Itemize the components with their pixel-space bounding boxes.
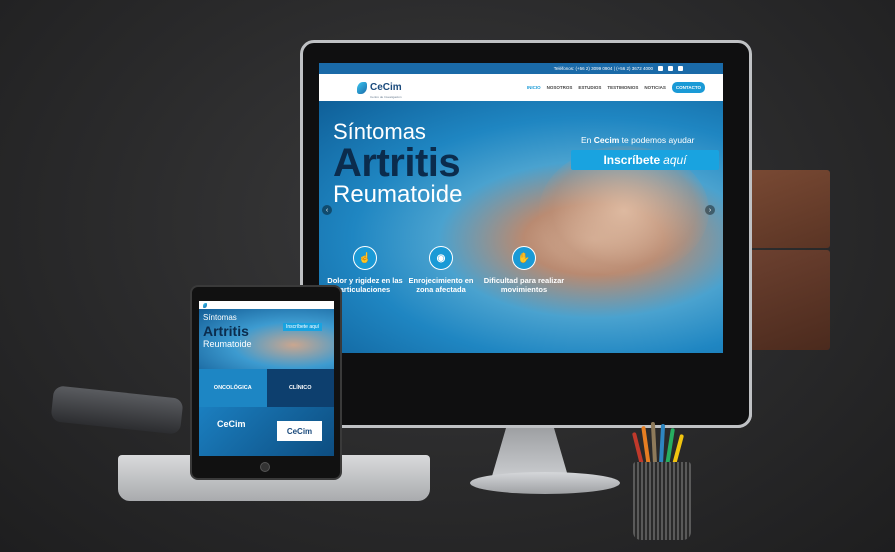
site-logo[interactable]: CeCim Centro de Investigación: [357, 77, 402, 99]
tablet-hero-sintomas: Síntomas: [203, 313, 237, 322]
tablet-logo-icon: [203, 302, 207, 308]
nav-item-testimonios[interactable]: TESTIMONIOS: [607, 85, 638, 90]
help-prefix: En: [581, 135, 592, 145]
nav-item-inicio[interactable]: INICIO: [527, 85, 541, 90]
nav-item-noticias[interactable]: NOTICIAS: [644, 85, 666, 90]
feature-enrojecimiento-text: Enrojecimiento en zona afectada: [408, 276, 474, 294]
pencil-brown: [650, 421, 658, 467]
phone-numbers: Teléfonos: (+56 2) 3099 0904 | (+56 2) 3…: [553, 66, 653, 71]
tablet-card-clinico[interactable]: CLÍNICO: [266, 369, 334, 407]
tablet-hero-reumatoide: Reumatoide: [203, 339, 252, 349]
slider-next-arrow[interactable]: ›: [705, 205, 715, 215]
site-topbar: Teléfonos: (+56 2) 3099 0904 | (+56 2) 3…: [319, 63, 723, 74]
tablet-cards: ONCOLÓGICA CLÍNICO: [199, 369, 334, 407]
feature-enrojecimiento: ◉ Enrojecimiento en zona afectada: [403, 246, 479, 294]
product-mockup-scene: Teléfonos: (+56 2) 3099 0904 | (+56 2) 3…: [0, 0, 895, 552]
monitor-stand-base: [470, 472, 620, 494]
site-navbar: CeCim Centro de Investigación INICIO NOS…: [319, 74, 723, 101]
facebook-icon[interactable]: [658, 66, 663, 71]
tablet-footer-card: CeCim: [277, 421, 322, 441]
nav-links: INICIO NOSOTROS ESTUDIOS TESTIMONIOS NOT…: [527, 82, 705, 93]
symptom-features: ☝ Dolor y rigidez en las articulaciones …: [319, 246, 723, 326]
feature-dificultad: ✋ Dificultad para realizar movimientos: [479, 246, 569, 294]
tablet-screen: Síntomas Artritis Reumatoide Inscríbete …: [199, 301, 334, 456]
tablet-footer-logo: CeCim: [217, 419, 246, 429]
finger-icon: ☝: [353, 246, 377, 270]
nav-item-estudios[interactable]: ESTUDIOS: [578, 85, 601, 90]
inscribete-label: Inscríbete: [603, 153, 661, 167]
inflammation-icon: ◉: [429, 246, 453, 270]
hero-title-artritis: Artritis: [333, 141, 461, 185]
monitor-screen: Teléfonos: (+56 2) 3099 0904 | (+56 2) 3…: [319, 63, 723, 353]
help-brand: Cecim: [593, 135, 620, 145]
feature-dificultad-text: Dificultad para realizar movimientos: [483, 276, 565, 294]
tablet-navbar: [199, 301, 334, 309]
hero-banner: Síntomas Artritis Reumatoide En Cecim te…: [319, 101, 723, 353]
logo-tagline: Centro de Investigación: [370, 94, 402, 99]
instagram-icon[interactable]: [668, 66, 673, 71]
help-suffix: te podemos ayudar: [621, 135, 695, 145]
youtube-icon[interactable]: [678, 66, 683, 71]
pencil-blue: [658, 423, 666, 467]
hero-title-reumatoide: Reumatoide: [333, 181, 463, 208]
logo-name: CeCim: [370, 81, 402, 93]
tablet-footer: CeCim CeCim: [199, 407, 334, 456]
cecim-logo-icon: [357, 81, 367, 94]
slider-prev-arrow[interactable]: ‹: [322, 205, 332, 215]
tablet-home-button[interactable]: [260, 462, 270, 472]
tablet-card-oncologica[interactable]: ONCOLÓGICA: [199, 369, 267, 407]
tablet-hero: Síntomas Artritis Reumatoide Inscríbete …: [199, 309, 334, 369]
colored-pencils: [630, 420, 694, 467]
smartphone: [50, 385, 184, 435]
hero-help-text: En Cecim te podemos ayudar: [581, 135, 694, 145]
contact-button[interactable]: CONTACTO: [671, 82, 705, 93]
hand-wave-icon: ✋: [512, 246, 536, 270]
inscribete-button[interactable]: Inscríbete aquí: [571, 150, 719, 170]
aqui-label: aquí: [663, 153, 687, 167]
pencil-cup: [633, 462, 691, 540]
tablet-hero-artritis: Artritis: [203, 323, 249, 339]
nav-item-nosotros[interactable]: NOSOTROS: [547, 85, 573, 90]
tablet-inscribete-button[interactable]: Inscríbete aquí: [283, 323, 323, 331]
